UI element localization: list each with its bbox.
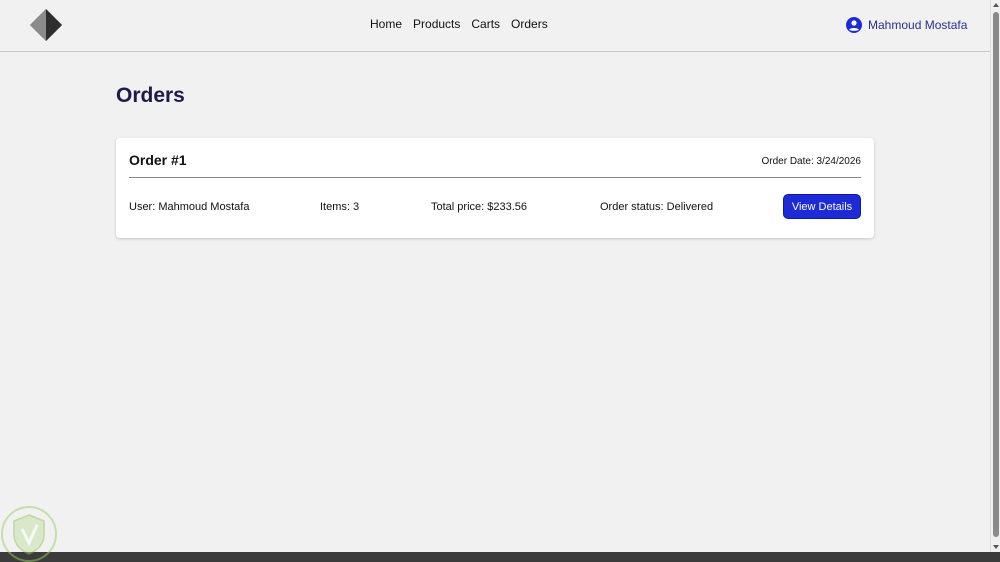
vertical-scrollbar[interactable] — [990, 0, 1000, 552]
user-circle-icon — [846, 17, 862, 33]
shield-watermark-icon — [1, 506, 57, 562]
nav-carts[interactable]: Carts — [471, 17, 500, 31]
nav-orders[interactable]: Orders — [511, 17, 548, 31]
page: Home Products Carts Orders Mahmoud Mosta… — [0, 0, 1000, 562]
user-menu[interactable]: Mahmoud Mostafa — [846, 17, 967, 33]
order-status: Order status: Delivered — [600, 201, 714, 213]
order-card: Order #1 Order Date: 3/24/2026 User: Mah… — [116, 138, 874, 238]
order-number: Order #1 — [129, 152, 187, 168]
order-date: Order Date: 3/24/2026 — [761, 156, 861, 167]
diamond-logo-icon[interactable] — [29, 8, 63, 42]
nav-home[interactable]: Home — [370, 17, 402, 31]
main-nav: Home Products Carts Orders — [370, 17, 548, 31]
page-title: Orders — [116, 84, 185, 107]
card-divider — [129, 177, 861, 178]
user-name: Mahmoud Mostafa — [868, 18, 968, 32]
bottom-taskbar — [0, 552, 1000, 562]
order-total-price: Total price: $233.56 — [431, 201, 528, 213]
scroll-thumb[interactable] — [993, 12, 999, 537]
view-details-button[interactable]: View Details — [783, 194, 861, 219]
scroll-up-arrow-icon[interactable] — [993, 3, 999, 7]
order-items: Items: 3 — [320, 201, 360, 213]
order-user: User: Mahmoud Mostafa — [129, 201, 250, 213]
scroll-down-arrow-icon[interactable] — [993, 545, 999, 549]
navbar: Home Products Carts Orders Mahmoud Mosta… — [0, 0, 990, 52]
nav-products[interactable]: Products — [413, 17, 460, 31]
